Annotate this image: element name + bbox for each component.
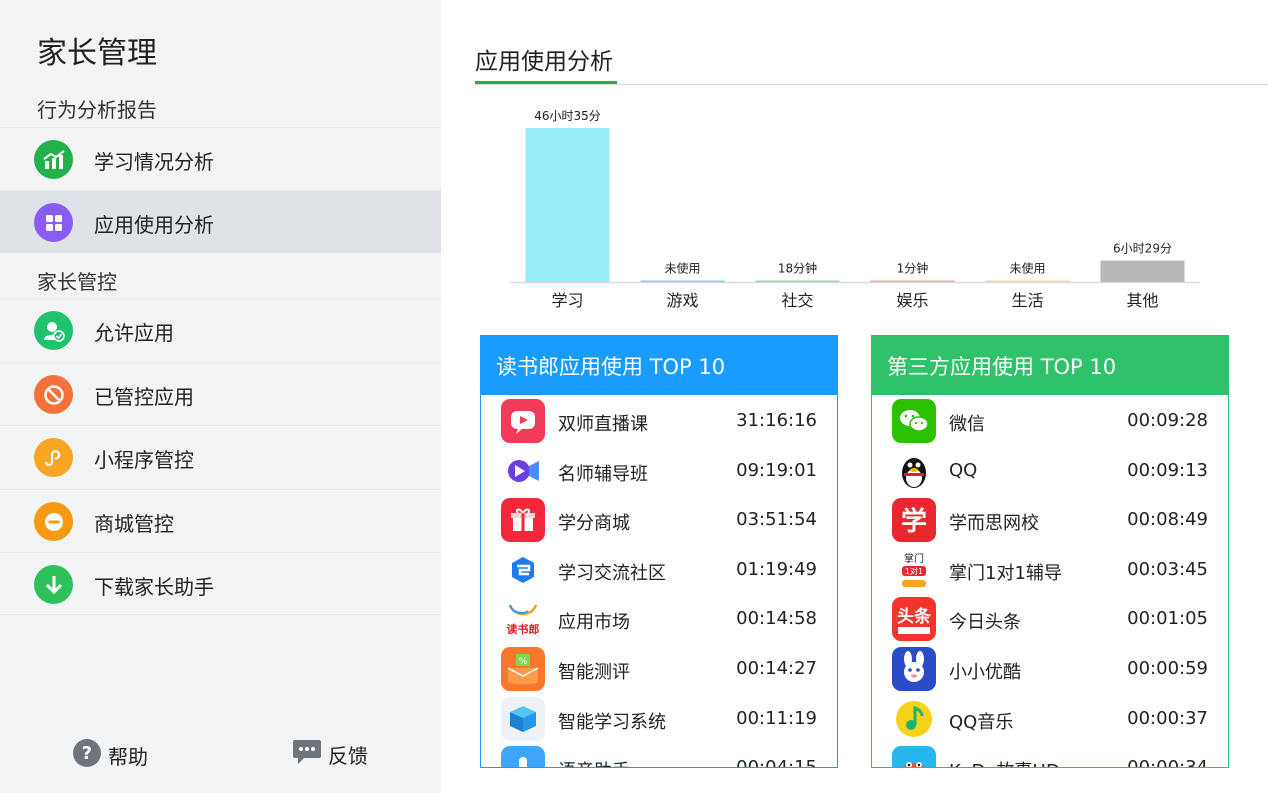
svg-text:学: 学 xyxy=(901,506,927,537)
sidebar-item-label: 允许应用 xyxy=(94,321,174,345)
sidebar-item-label: 应用使用分析 xyxy=(94,213,214,237)
cube-icon xyxy=(501,696,545,741)
list-item[interactable]: KaDa故事HD 00:00:34 xyxy=(872,742,1228,767)
usage-bar-chart: 46小时35分学习 未使用游戏 18分钟社交 1分钟娱乐 未使用生活 6小时29分其他 xyxy=(510,109,1200,310)
sidebar-item-app-usage[interactable]: 应用使用分析 xyxy=(0,190,441,253)
apps-grid-icon xyxy=(34,203,73,242)
sidebar-item-label: 小程序管控 xyxy=(94,448,194,472)
help-label: 帮助 xyxy=(108,744,148,769)
data-label-4: 未使用 xyxy=(1009,261,1045,276)
sidebar-item-study-analysis[interactable]: 学习情况分析 xyxy=(0,127,441,190)
music-note-icon xyxy=(892,696,936,741)
sidebar-item-mall-control[interactable]: 商城管控 xyxy=(0,489,441,552)
title-divider xyxy=(475,84,1268,85)
list-item[interactable]: 读书郎 应用市场 00:14:58 xyxy=(481,593,837,643)
list-item[interactable]: 小小优酷 00:00:59 xyxy=(872,643,1228,693)
svg-text:掌门: 掌门 xyxy=(904,552,924,565)
section-parent-control: 家长管控 xyxy=(37,270,117,294)
mini-program-icon xyxy=(34,438,73,477)
voice-icon xyxy=(501,746,545,767)
svg-text:读书郎: 读书郎 xyxy=(507,622,540,636)
svg-text:1对1: 1对1 xyxy=(905,566,923,576)
sidebar-item-controlled-apps[interactable]: 已管控应用 xyxy=(0,362,441,425)
bar-5 xyxy=(1100,260,1185,282)
list-item[interactable]: 学习交流社区 01:19:49 xyxy=(481,544,837,594)
panel-title: 读书郎应用使用 TOP 10 xyxy=(481,336,837,395)
bar-chart-icon xyxy=(34,140,73,179)
sidebar: 家长管理 行为分析报告 学习情况分析 应用使用分析 家长管控 允许应用 已管控应… xyxy=(0,0,441,793)
list-item[interactable]: 智能学习系统 00:11:19 xyxy=(481,693,837,743)
list-item[interactable]: 掌门 1对1 掌门1对1辅导 00:03:45 xyxy=(872,544,1228,594)
wechat-icon xyxy=(892,399,936,443)
user-check-icon xyxy=(34,311,73,350)
community-icon xyxy=(501,547,545,592)
sidebar-item-label: 已管控应用 xyxy=(94,385,194,409)
help-icon: ? xyxy=(72,738,102,772)
data-label-5: 6小时29分 xyxy=(1113,242,1172,256)
app-list: 微信 00:09:28 QQ 00:09:13 学 学而思网校 00:08:49… xyxy=(872,395,1228,767)
qq-penguin-icon xyxy=(892,448,936,493)
chat-bubble-icon xyxy=(292,738,322,770)
sidebar-title: 家长管理 xyxy=(37,36,157,71)
data-label-3: 1分钟 xyxy=(897,261,929,276)
category-label-0: 学习 xyxy=(551,291,583,310)
section-behavior-report: 行为分析报告 xyxy=(37,98,157,122)
category-label-5: 其他 xyxy=(1126,291,1158,310)
page-title: 应用使用分析 xyxy=(475,49,613,75)
panel-title: 第三方应用使用 TOP 10 xyxy=(872,336,1228,395)
feedback-label: 反馈 xyxy=(328,743,368,768)
list-item[interactable]: QQ 00:09:13 xyxy=(872,445,1228,495)
assessment-icon: % xyxy=(501,646,545,691)
download-icon xyxy=(34,565,73,604)
sidebar-item-label: 学习情况分析 xyxy=(94,150,214,174)
minus-circle-icon xyxy=(34,502,73,541)
list-item[interactable]: 语音助手 00:04:15 xyxy=(481,742,837,767)
list-item[interactable]: 头条 今日头条 00:01:05 xyxy=(872,593,1228,643)
sidebar-item-download-assistant[interactable]: 下载家长助手 xyxy=(0,552,441,615)
svg-text:?: ? xyxy=(82,743,92,764)
sidebar-item-label: 商城管控 xyxy=(94,512,174,536)
svg-text:头条: 头条 xyxy=(897,606,932,627)
block-icon xyxy=(34,375,73,414)
list-item[interactable]: 名师辅导班 09:19:01 xyxy=(481,445,837,495)
list-item[interactable]: 双师直播课 31:16:16 xyxy=(481,395,837,445)
list-item[interactable]: 微信 00:09:28 xyxy=(872,395,1228,445)
xueersi-icon: 学 xyxy=(892,498,936,543)
category-label-2: 社交 xyxy=(781,291,813,310)
bar-0 xyxy=(525,128,610,282)
data-label-0: 46小时35分 xyxy=(534,109,601,123)
app-market-icon: 读书郎 xyxy=(501,597,545,642)
sidebar-item-label: 下载家长助手 xyxy=(94,575,214,599)
live-class-icon xyxy=(501,399,545,443)
svg-text:%: % xyxy=(519,657,528,667)
category-label-1: 游戏 xyxy=(666,291,698,310)
bar-2 xyxy=(755,280,840,282)
sidebar-item-allowed-apps[interactable]: 允许应用 xyxy=(0,298,441,361)
gift-icon xyxy=(501,498,545,543)
list-item[interactable]: QQ音乐 00:00:37 xyxy=(872,693,1228,743)
zhangmen-icon: 掌门 1对1 xyxy=(892,547,936,592)
data-label-2: 18分钟 xyxy=(778,261,817,276)
data-label-1: 未使用 xyxy=(664,261,700,276)
rabbit-icon xyxy=(892,646,936,691)
list-item[interactable]: % 智能测评 00:14:27 xyxy=(481,643,837,693)
bar-1 xyxy=(640,280,725,282)
app-list: 双师直播课 31:16:16 名师辅导班 09:19:01 学分商城 03:51… xyxy=(481,395,837,767)
sidebar-item-mini-program[interactable]: 小程序管控 xyxy=(0,425,441,488)
bar-4 xyxy=(985,280,1070,282)
category-label-4: 生活 xyxy=(1011,291,1043,310)
list-item[interactable]: 学分商城 03:51:54 xyxy=(481,494,837,544)
list-item[interactable]: 学 学而思网校 00:08:49 xyxy=(872,494,1228,544)
toutiao-icon: 头条 xyxy=(892,597,936,642)
panel-dushulang-top10: 读书郎应用使用 TOP 10 双师直播课 31:16:16 名师辅导班 09:1… xyxy=(480,335,838,768)
feedback-button[interactable]: 反馈 xyxy=(292,738,368,770)
video-camera-icon xyxy=(501,448,545,493)
panel-thirdparty-top10: 第三方应用使用 TOP 10 微信 00:09:28 QQ 00:09:13 学… xyxy=(871,335,1229,768)
help-button[interactable]: ? 帮助 xyxy=(72,738,148,772)
crab-icon xyxy=(892,746,936,767)
category-label-3: 娱乐 xyxy=(896,291,928,310)
bar-3 xyxy=(870,280,955,282)
